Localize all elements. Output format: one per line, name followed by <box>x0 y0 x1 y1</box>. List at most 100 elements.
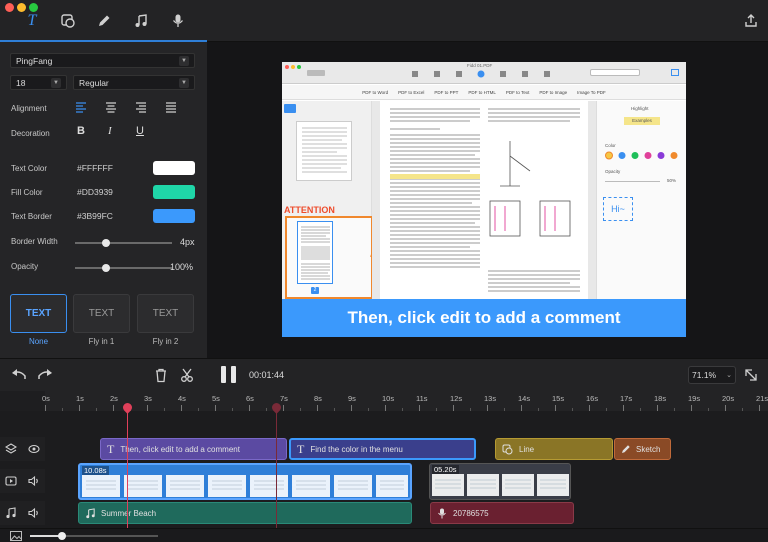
menu-pdf-to-word: PDF to Word <box>362 89 389 95</box>
text-clip[interactable]: T Then, click edit to add a comment <box>100 438 287 460</box>
inner-tool-icons <box>412 70 562 78</box>
shape-tab-icon[interactable] <box>57 10 79 32</box>
zoom-slider-knob[interactable] <box>58 532 66 540</box>
redo-icon[interactable] <box>37 368 53 382</box>
preset-fly-in-1[interactable]: TEXT <box>73 294 130 333</box>
pause-icon-bar[interactable] <box>231 366 236 383</box>
text-color-label: Text Color <box>11 164 48 173</box>
close-window-icon[interactable] <box>5 3 14 12</box>
opacity-value: 100% <box>170 262 194 272</box>
fit-timeline-icon[interactable] <box>744 368 758 382</box>
ruler-tick-label: 5s <box>212 394 220 403</box>
italic-button[interactable]: I <box>108 125 112 137</box>
underline-button[interactable]: U <box>136 125 144 137</box>
ruler-tick-label: 2s <box>110 394 118 403</box>
video-clip[interactable]: 10.08s <box>78 463 412 500</box>
voice-clip-label: 20786575 <box>453 508 489 518</box>
pencil-tab-icon[interactable] <box>93 10 115 32</box>
ruler-tick-label: 7s <box>280 394 288 403</box>
secondary-marker-line <box>276 407 277 528</box>
bold-button[interactable]: B <box>77 125 85 137</box>
inner-zoom-icon <box>297 65 301 69</box>
ruler-tick-label: 9s <box>348 394 356 403</box>
zoom-select[interactable]: 71.1% ⌄ <box>688 366 736 384</box>
timeline-ruler[interactable]: 0s 1s 2s 3s 4s 5s 6s 7s 8s 9s 10s 11s 12s 13s 14s 15s 16… <box>42 391 768 411</box>
scissors-icon[interactable] <box>180 368 194 383</box>
fill-color-hex[interactable]: #DD3939 <box>77 187 113 197</box>
border-width-slider[interactable] <box>75 239 172 247</box>
font-weight-select[interactable]: Regular ▼ <box>73 75 195 90</box>
sketch-clip[interactable]: Sketch <box>614 438 671 460</box>
ruler-tick-label: 17s <box>620 394 633 403</box>
text-clip-selected[interactable]: T Find the color in the menu <box>289 438 476 460</box>
opacity-slider-knob[interactable] <box>102 264 110 272</box>
ruler-tick-label: 4s <box>178 394 186 403</box>
delete-icon[interactable] <box>154 368 168 383</box>
border-width-slider-knob[interactable] <box>102 239 110 247</box>
align-right-icon[interactable] <box>136 102 146 113</box>
export-icon[interactable] <box>740 10 762 32</box>
speaker-icon[interactable] <box>28 475 40 487</box>
shape-clip[interactable]: Line <box>495 438 613 460</box>
opacity-slider[interactable] <box>75 264 172 272</box>
caption-banner[interactable]: Then, click edit to add a comment <box>282 299 686 337</box>
pause-icon[interactable] <box>221 366 226 383</box>
speaker-icon[interactable] <box>28 507 40 519</box>
text-clip-icon: T <box>107 441 115 456</box>
ruler-tick-label: 8s <box>314 394 322 403</box>
music-clip[interactable]: Summer Beach <box>78 502 412 524</box>
zoom-value: 71.1% <box>692 370 717 380</box>
font-family-value: PingFang <box>16 55 53 66</box>
font-family-select[interactable]: PingFang ▼ <box>10 53 195 68</box>
preset-caption: Fly in 1 <box>88 337 115 346</box>
page-thumbnail <box>296 121 352 181</box>
align-center-icon[interactable] <box>106 102 116 113</box>
menu-pdf-to-text: PDF to Text <box>505 89 530 95</box>
preview-screen[interactable]: Fidd 01.PDF PDF to Word PDF to Excel PDF… <box>282 62 686 337</box>
fill-color-swatch[interactable] <box>153 185 195 199</box>
sketch-clip-label: Sketch <box>636 444 661 454</box>
font-size-select[interactable]: 18 ▼ <box>10 75 67 90</box>
text-tab-icon[interactable]: T <box>21 10 43 32</box>
opacity-value-inner: 50% <box>667 178 677 183</box>
video-icon[interactable] <box>5 475 17 487</box>
attention-label: ATTENTION <box>284 205 335 215</box>
border-width-label: Border Width <box>11 237 58 246</box>
menu-pdf-to-html: PDF to HTML <box>468 89 496 95</box>
music-tab-icon[interactable] <box>130 10 152 32</box>
preset-text: TEXT <box>88 308 115 319</box>
app-window: T PingFang ▼ 18 ▼ Regular ▼ Alignment De… <box>0 0 768 542</box>
video-track-header <box>0 469 45 493</box>
document-text <box>390 108 580 292</box>
ruler-tick-label: 18s <box>654 394 667 403</box>
text-color-hex[interactable]: #FFFFFF <box>77 163 113 173</box>
text-properties-panel: PingFang ▼ 18 ▼ Regular ▼ Alignment Deco… <box>0 42 207 358</box>
text-border-hex[interactable]: #3B99FC <box>77 211 113 221</box>
ruler-tick-label: 20s <box>722 394 735 403</box>
zoom-slider[interactable] <box>30 532 158 540</box>
examples-label: Examples <box>624 117 660 125</box>
menu-pdf-to-ppt: PDF to PPT <box>434 89 459 95</box>
video-clip-frames <box>82 475 408 497</box>
ruler-tick-label: 19s <box>688 394 701 403</box>
shape-icon <box>502 444 513 454</box>
inner-search-field <box>590 69 640 76</box>
text-border-swatch[interactable] <box>153 209 195 223</box>
preset-fly-in-2[interactable]: TEXT <box>137 294 194 333</box>
microphone-tab-icon[interactable] <box>167 10 189 32</box>
microphone-icon <box>438 508 446 518</box>
align-justify-icon[interactable] <box>166 102 176 113</box>
undo-icon[interactable] <box>11 368 27 382</box>
text-color-swatch[interactable] <box>153 161 195 175</box>
layers-icon[interactable] <box>5 443 18 455</box>
voice-clip[interactable]: 20786575 <box>430 502 574 524</box>
video-clip[interactable]: 05.20s <box>429 463 571 500</box>
align-left-icon[interactable] <box>76 102 86 113</box>
ruler-tick-label: 13s <box>484 394 497 403</box>
preset-none[interactable]: TEXT <box>10 294 67 333</box>
menu-image-to-pdf: Image To PDF <box>577 89 606 95</box>
eye-icon[interactable] <box>28 443 40 455</box>
music-note-icon[interactable] <box>5 507 17 519</box>
ruler-tick-label: 3s <box>144 394 152 403</box>
chevron-down-icon: ▼ <box>179 77 189 88</box>
